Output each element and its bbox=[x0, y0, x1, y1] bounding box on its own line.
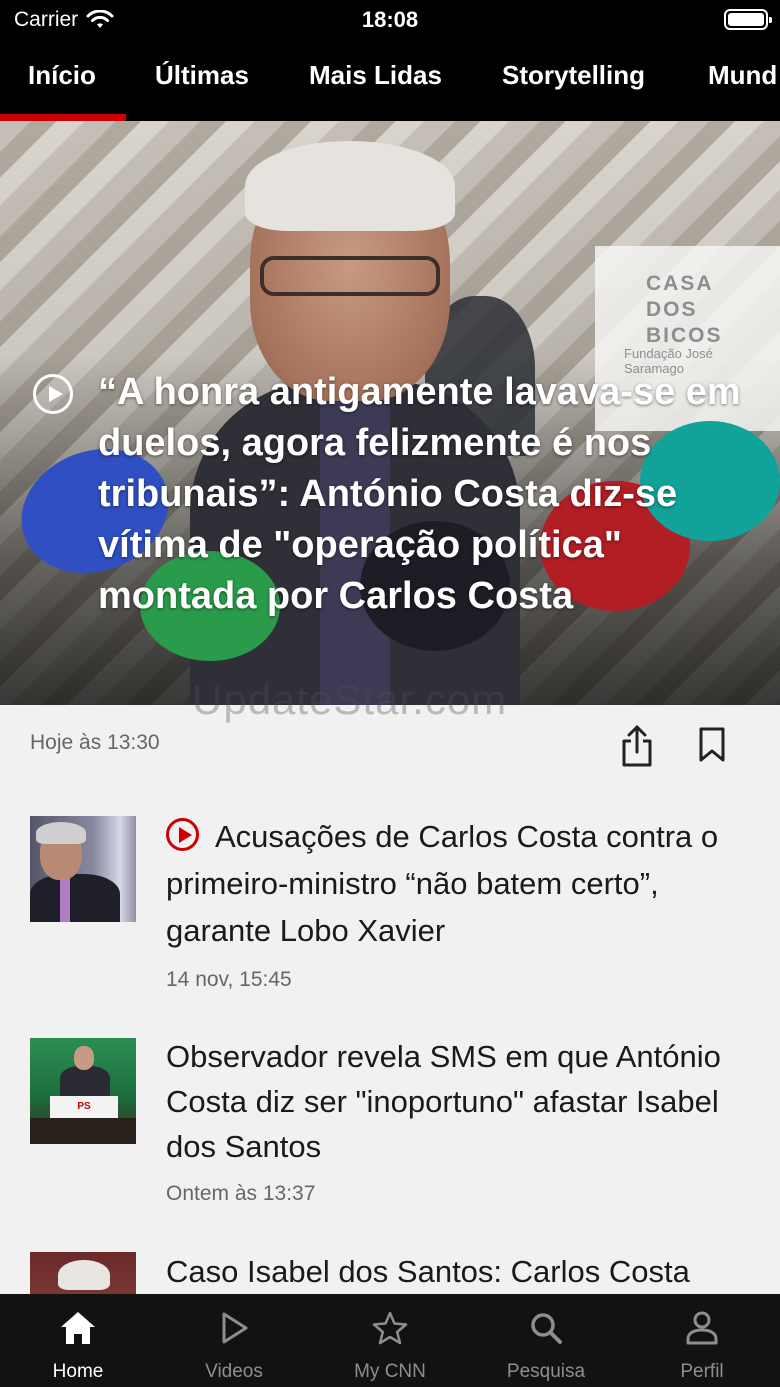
tab-mundo[interactable]: Mund bbox=[708, 60, 777, 91]
list-item[interactable]: Caso Isabel dos Santos: Carlos Costa bbox=[0, 1252, 780, 1294]
article-title[interactable]: Observador revela SMS em que António Cos… bbox=[166, 1034, 746, 1169]
bottom-tab-bar: Home Videos My CNN Pesquisa Perfil bbox=[0, 1294, 780, 1387]
battery-icon bbox=[724, 9, 772, 30]
video-play-icon bbox=[33, 374, 73, 414]
home-icon bbox=[61, 1312, 95, 1344]
article-thumbnail[interactable]: PS bbox=[30, 1038, 136, 1144]
bookmark-icon[interactable] bbox=[698, 727, 726, 763]
tab-my-cnn[interactable]: My CNN bbox=[312, 1294, 468, 1387]
section-tabs: Início Últimas Mais Lidas Storytelling M… bbox=[0, 40, 780, 121]
hero-headline[interactable]: “A honra antigamente lavava-se em duelos… bbox=[98, 367, 768, 622]
search-icon bbox=[531, 1313, 562, 1344]
list-item[interactable]: Acusações de Carlos Costa contra o prime… bbox=[0, 816, 780, 1006]
tab-label: Pesquisa bbox=[506, 1361, 586, 1382]
active-tab-indicator bbox=[0, 114, 126, 121]
article-title-text: Acusações de Carlos Costa contra o prime… bbox=[166, 819, 719, 948]
tab-pesquisa[interactable]: Pesquisa bbox=[468, 1294, 624, 1387]
clock: 18:08 bbox=[361, 7, 419, 32]
tab-ultimas[interactable]: Últimas bbox=[155, 60, 249, 91]
play-icon bbox=[222, 1312, 248, 1344]
list-item[interactable]: PS Observador revela SMS em que António … bbox=[0, 1038, 780, 1218]
tab-videos[interactable]: Videos bbox=[156, 1294, 312, 1387]
tab-perfil[interactable]: Perfil bbox=[624, 1294, 780, 1387]
share-icon[interactable] bbox=[620, 724, 654, 768]
tab-inicio[interactable]: Início bbox=[28, 60, 96, 91]
tab-storytelling[interactable]: Storytelling bbox=[502, 60, 645, 91]
thumbnail-podium-label: PS bbox=[50, 1096, 118, 1118]
hero-timestamp: Hoje às 13:30 bbox=[30, 731, 160, 754]
article-thumbnail[interactable] bbox=[30, 816, 136, 922]
article-timestamp: Ontem às 13:37 bbox=[166, 1182, 316, 1205]
video-play-icon bbox=[166, 818, 199, 851]
app-screen: Carrier 18:08 Início Últimas Mais Lidas … bbox=[0, 0, 780, 1387]
status-bar: Carrier 18:08 bbox=[0, 0, 780, 40]
article-title[interactable]: Caso Isabel dos Santos: Carlos Costa bbox=[166, 1252, 746, 1294]
person-icon bbox=[686, 1311, 718, 1345]
tab-mais-lidas[interactable]: Mais Lidas bbox=[309, 60, 442, 91]
tab-label: My CNN bbox=[354, 1361, 426, 1382]
tab-label: Videos bbox=[205, 1361, 263, 1382]
hero-story[interactable]: CASA DOS BICOS Fundação José Saramago “A… bbox=[0, 121, 780, 705]
article-thumbnail[interactable] bbox=[30, 1252, 136, 1294]
tab-label: Home bbox=[52, 1361, 104, 1382]
watermark: UpdateStar.com bbox=[192, 676, 508, 723]
article-title[interactable]: Acusações de Carlos Costa contra o prime… bbox=[166, 813, 746, 954]
tab-home[interactable]: Home bbox=[0, 1294, 156, 1387]
star-icon bbox=[372, 1311, 408, 1345]
article-timestamp: 14 nov, 15:45 bbox=[166, 968, 292, 991]
tab-label: Perfil bbox=[680, 1361, 724, 1382]
hero-sign-title: CASA DOS BICOS bbox=[646, 272, 723, 347]
